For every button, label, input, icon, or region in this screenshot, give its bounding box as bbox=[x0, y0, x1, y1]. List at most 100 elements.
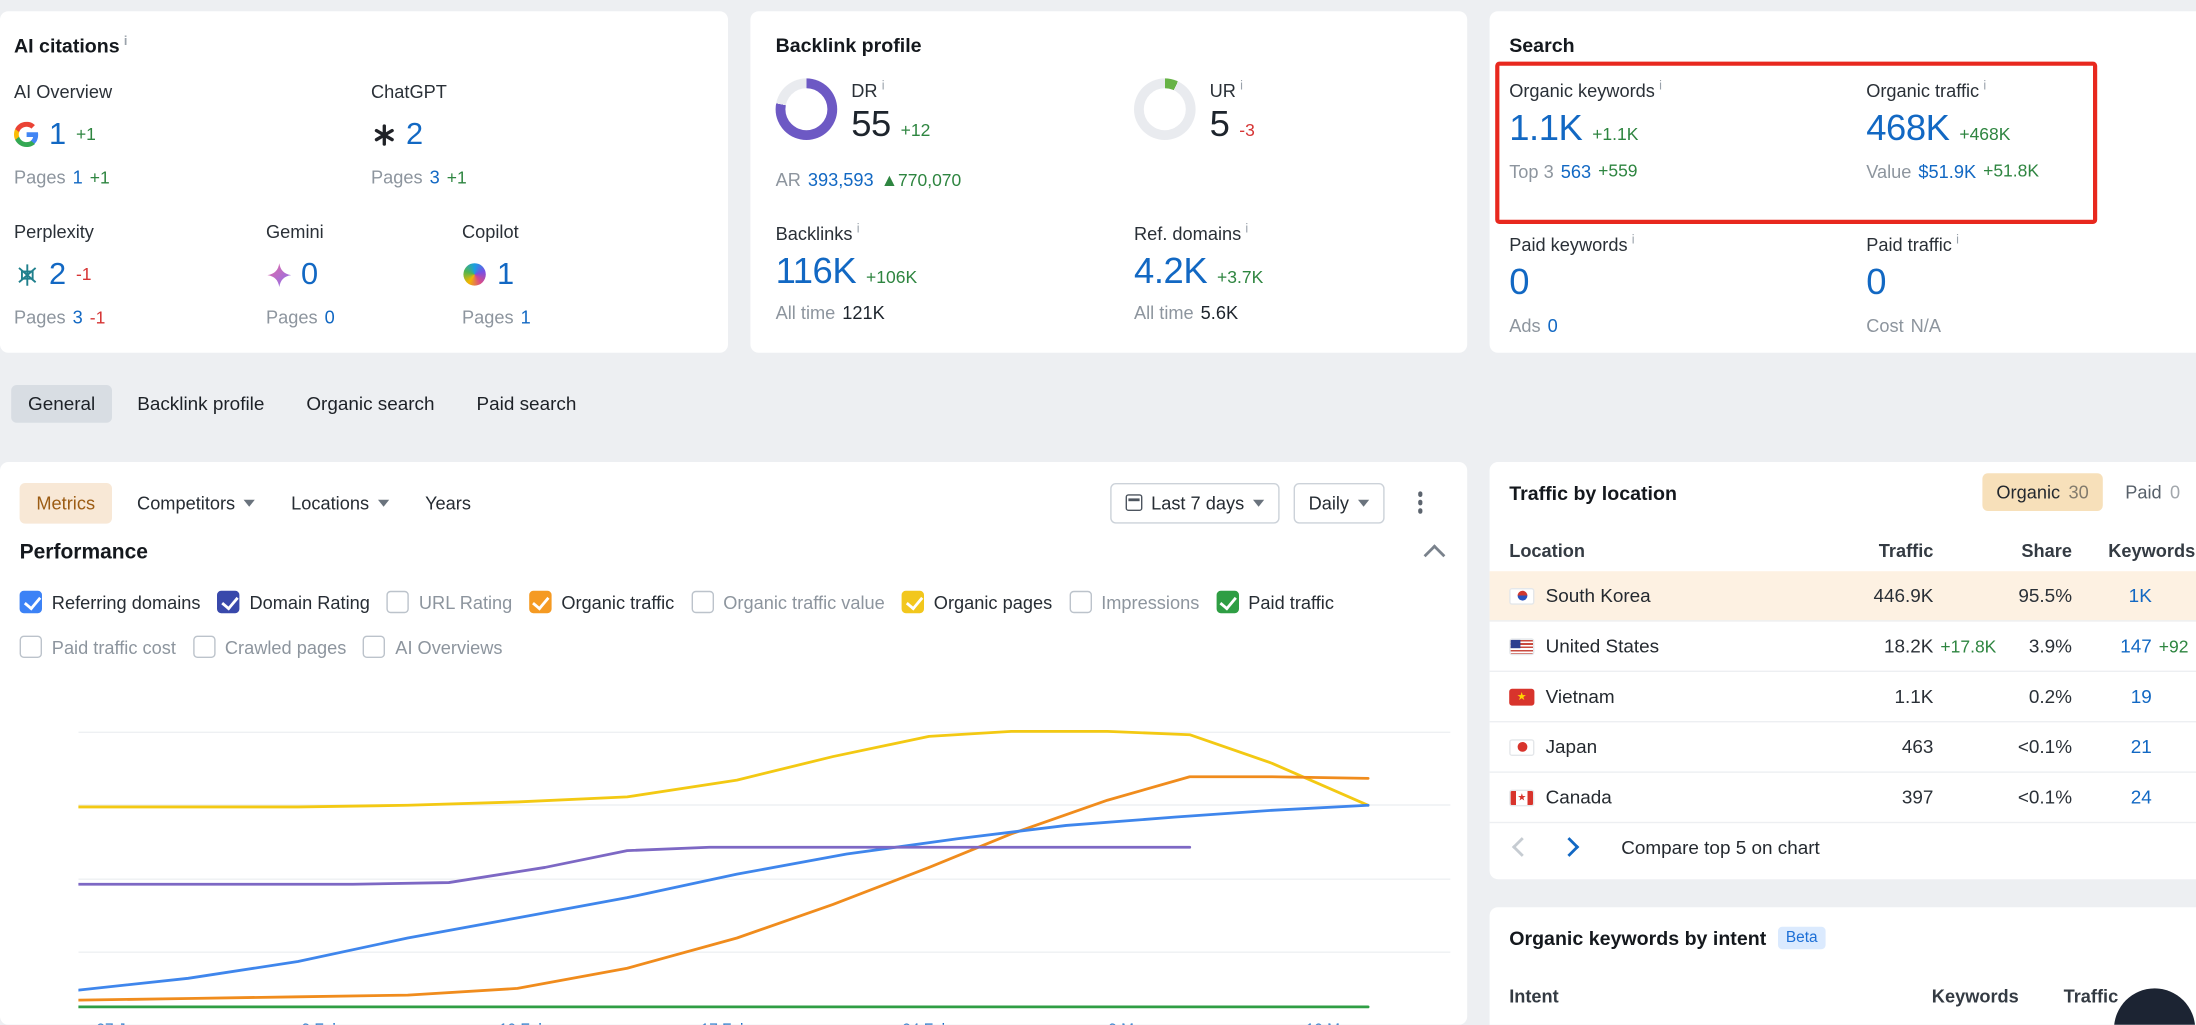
top3-value[interactable]: 563 bbox=[1561, 160, 1591, 181]
ca-flag-icon bbox=[1509, 789, 1534, 806]
organic-toggle-button[interactable]: Organic 30 bbox=[1982, 473, 2102, 511]
keywords-link[interactable]: 19 bbox=[2131, 686, 2152, 707]
unchecked-checkbox-icon[interactable] bbox=[387, 591, 409, 613]
checked-checkbox-icon[interactable] bbox=[1216, 591, 1238, 613]
metric-checkbox-paid-traffic-cost[interactable]: Paid traffic cost bbox=[20, 636, 176, 658]
metric-label: AI Overviews bbox=[395, 636, 502, 657]
location-row-south-korea[interactable]: South Korea446.9K95.5%1K bbox=[1490, 571, 2196, 621]
copilot-icon bbox=[462, 262, 487, 287]
checked-checkbox-icon[interactable] bbox=[529, 591, 551, 613]
metric-checkbox-organic-pages[interactable]: Organic pages bbox=[902, 591, 1053, 613]
metric-checkbox-paid-traffic[interactable]: Paid traffic bbox=[1216, 591, 1334, 613]
jp-flag-icon bbox=[1509, 739, 1534, 756]
keywords-link[interactable]: 24 bbox=[2131, 787, 2152, 808]
google-icon bbox=[14, 122, 39, 147]
tab-general[interactable]: General bbox=[11, 384, 112, 422]
stat-label: ChatGPT bbox=[371, 81, 467, 102]
collapse-chevron-icon[interactable] bbox=[1424, 544, 1446, 566]
metric-checkbox-url-rating[interactable]: URL Rating bbox=[387, 591, 513, 613]
x-tick-label: 27 Jan bbox=[96, 1022, 142, 1025]
locations-dropdown[interactable]: Locations bbox=[280, 482, 400, 523]
organic-traffic-value[interactable]: 468K bbox=[1866, 110, 1949, 148]
location-row-vietnam[interactable]: Vietnam1.1K0.2%19 bbox=[1490, 672, 2196, 722]
pages-value: 3 bbox=[430, 167, 440, 188]
unchecked-checkbox-icon[interactable] bbox=[1069, 591, 1091, 613]
location-name[interactable]: Vietnam bbox=[1546, 686, 1615, 707]
checked-checkbox-icon[interactable] bbox=[217, 591, 239, 613]
x-tick-label: 3 Feb bbox=[302, 1022, 341, 1025]
ref-domains-stat: Ref. domains 4.2K +3.7K All time 5.6K bbox=[1134, 221, 1263, 323]
metric-checkbox-ai-overviews[interactable]: AI Overviews bbox=[363, 636, 502, 658]
keywords-link[interactable]: 1K bbox=[2129, 585, 2152, 606]
date-range-picker[interactable]: Last 7 days bbox=[1110, 482, 1279, 523]
pages-value: 1 bbox=[73, 167, 83, 188]
keywords-link[interactable]: 21 bbox=[2131, 736, 2152, 757]
unchecked-checkbox-icon[interactable] bbox=[363, 636, 385, 658]
years-button[interactable]: Years bbox=[414, 482, 482, 523]
pages-delta: +1 bbox=[90, 168, 110, 188]
metric-checkbox-organic-traffic-value[interactable]: Organic traffic value bbox=[691, 591, 885, 613]
location-name[interactable]: South Korea bbox=[1546, 585, 1651, 606]
ref-domains-label: Ref. domains bbox=[1134, 221, 1263, 244]
stat-label: AI Overview bbox=[14, 81, 112, 102]
chart-toolbar: Metrics Competitors Locations Years Last… bbox=[20, 479, 1431, 527]
chatgpt-stat: ChatGPT 2 Pages 3 +1 bbox=[371, 81, 467, 187]
location-table-header: Location Traffic Share Keywords bbox=[1490, 532, 2196, 568]
paid-toggle-button[interactable]: Paid 0 bbox=[2111, 473, 2194, 511]
paid-keywords-value[interactable]: 0 bbox=[1509, 264, 1529, 302]
kr-flag-icon bbox=[1509, 587, 1534, 604]
ar-value: 393,593 bbox=[808, 169, 874, 190]
paid-traffic-value[interactable]: 0 bbox=[1866, 264, 1886, 302]
checked-checkbox-icon[interactable] bbox=[20, 591, 42, 613]
prev-page-button[interactable] bbox=[1512, 837, 1532, 857]
unchecked-checkbox-icon[interactable] bbox=[20, 636, 42, 658]
dashboard: AI citations AI Overview 1 +1 Pages 1 +1… bbox=[0, 0, 2196, 1025]
x-tick-label: 10 Feb bbox=[499, 1022, 547, 1025]
intent-table-header: Intent Keywords Traffic bbox=[1490, 986, 2196, 1007]
metric-checkbox-impressions[interactable]: Impressions bbox=[1069, 591, 1199, 613]
stat-delta: -1 bbox=[76, 265, 92, 285]
alltime-value: 5.6K bbox=[1201, 302, 1238, 323]
metric-label: Paid traffic bbox=[1248, 592, 1334, 613]
competitors-label: Competitors bbox=[137, 492, 235, 513]
metric-label: Domain Rating bbox=[250, 592, 370, 613]
checked-checkbox-icon[interactable] bbox=[902, 591, 924, 613]
stat-delta: +1 bbox=[76, 125, 96, 145]
location-row-canada[interactable]: Canada397<0.1%24 bbox=[1490, 773, 2196, 823]
column-traffic: Traffic bbox=[2019, 986, 2118, 1007]
metric-checkbox-organic-traffic[interactable]: Organic traffic bbox=[529, 591, 674, 613]
keywords-by-intent-panel: Organic keywords by intent Beta Intent K… bbox=[1490, 907, 2196, 1025]
more-options-button[interactable] bbox=[1409, 486, 1431, 518]
organic-keywords-value[interactable]: 1.1K bbox=[1509, 110, 1582, 148]
location-name[interactable]: Japan bbox=[1546, 736, 1598, 757]
keywords-link[interactable]: 147 bbox=[2120, 636, 2152, 657]
location-name[interactable]: United States bbox=[1546, 636, 1659, 657]
perplexity-stat: Perplexity 2 -1 Pages 3 -1 bbox=[14, 221, 105, 327]
unchecked-checkbox-icon[interactable] bbox=[691, 591, 713, 613]
traffic-value: 463 bbox=[1902, 736, 1934, 757]
metrics-button[interactable]: Metrics bbox=[20, 482, 112, 523]
ref-domains-value[interactable]: 4.2K bbox=[1134, 252, 1207, 290]
location-row-japan[interactable]: Japan463<0.1%21 bbox=[1490, 722, 2196, 772]
ar-delta: ▲770,070 bbox=[881, 171, 962, 191]
next-page-button[interactable] bbox=[1560, 837, 1580, 857]
backlinks-value[interactable]: 116K bbox=[776, 252, 857, 290]
metric-checkbox-referring-domains[interactable]: Referring domains bbox=[20, 591, 201, 613]
metric-checkbox-domain-rating[interactable]: Domain Rating bbox=[217, 591, 370, 613]
granularity-dropdown[interactable]: Daily bbox=[1293, 482, 1384, 523]
location-name[interactable]: Canada bbox=[1546, 787, 1612, 808]
tab-backlink-profile[interactable]: Backlink profile bbox=[120, 384, 281, 422]
tab-paid-search[interactable]: Paid search bbox=[460, 384, 593, 422]
ref-domains-delta: +3.7K bbox=[1217, 268, 1263, 288]
ads-label: Ads bbox=[1509, 314, 1540, 335]
competitors-dropdown[interactable]: Competitors bbox=[126, 482, 266, 523]
keywords-delta: +92 bbox=[2159, 636, 2189, 656]
unchecked-checkbox-icon[interactable] bbox=[193, 636, 215, 658]
paid-keywords-label: Paid keywords bbox=[1509, 232, 1634, 255]
metric-checkbox-crawled-pages[interactable]: Crawled pages bbox=[193, 636, 347, 658]
metric-label: Impressions bbox=[1101, 592, 1199, 613]
ar-label: AR bbox=[776, 169, 801, 190]
pages-label: Pages bbox=[266, 307, 318, 328]
tab-organic-search[interactable]: Organic search bbox=[290, 384, 452, 422]
location-row-united-states[interactable]: United States18.2K+17.8K3.9%147+92 bbox=[1490, 622, 2196, 672]
